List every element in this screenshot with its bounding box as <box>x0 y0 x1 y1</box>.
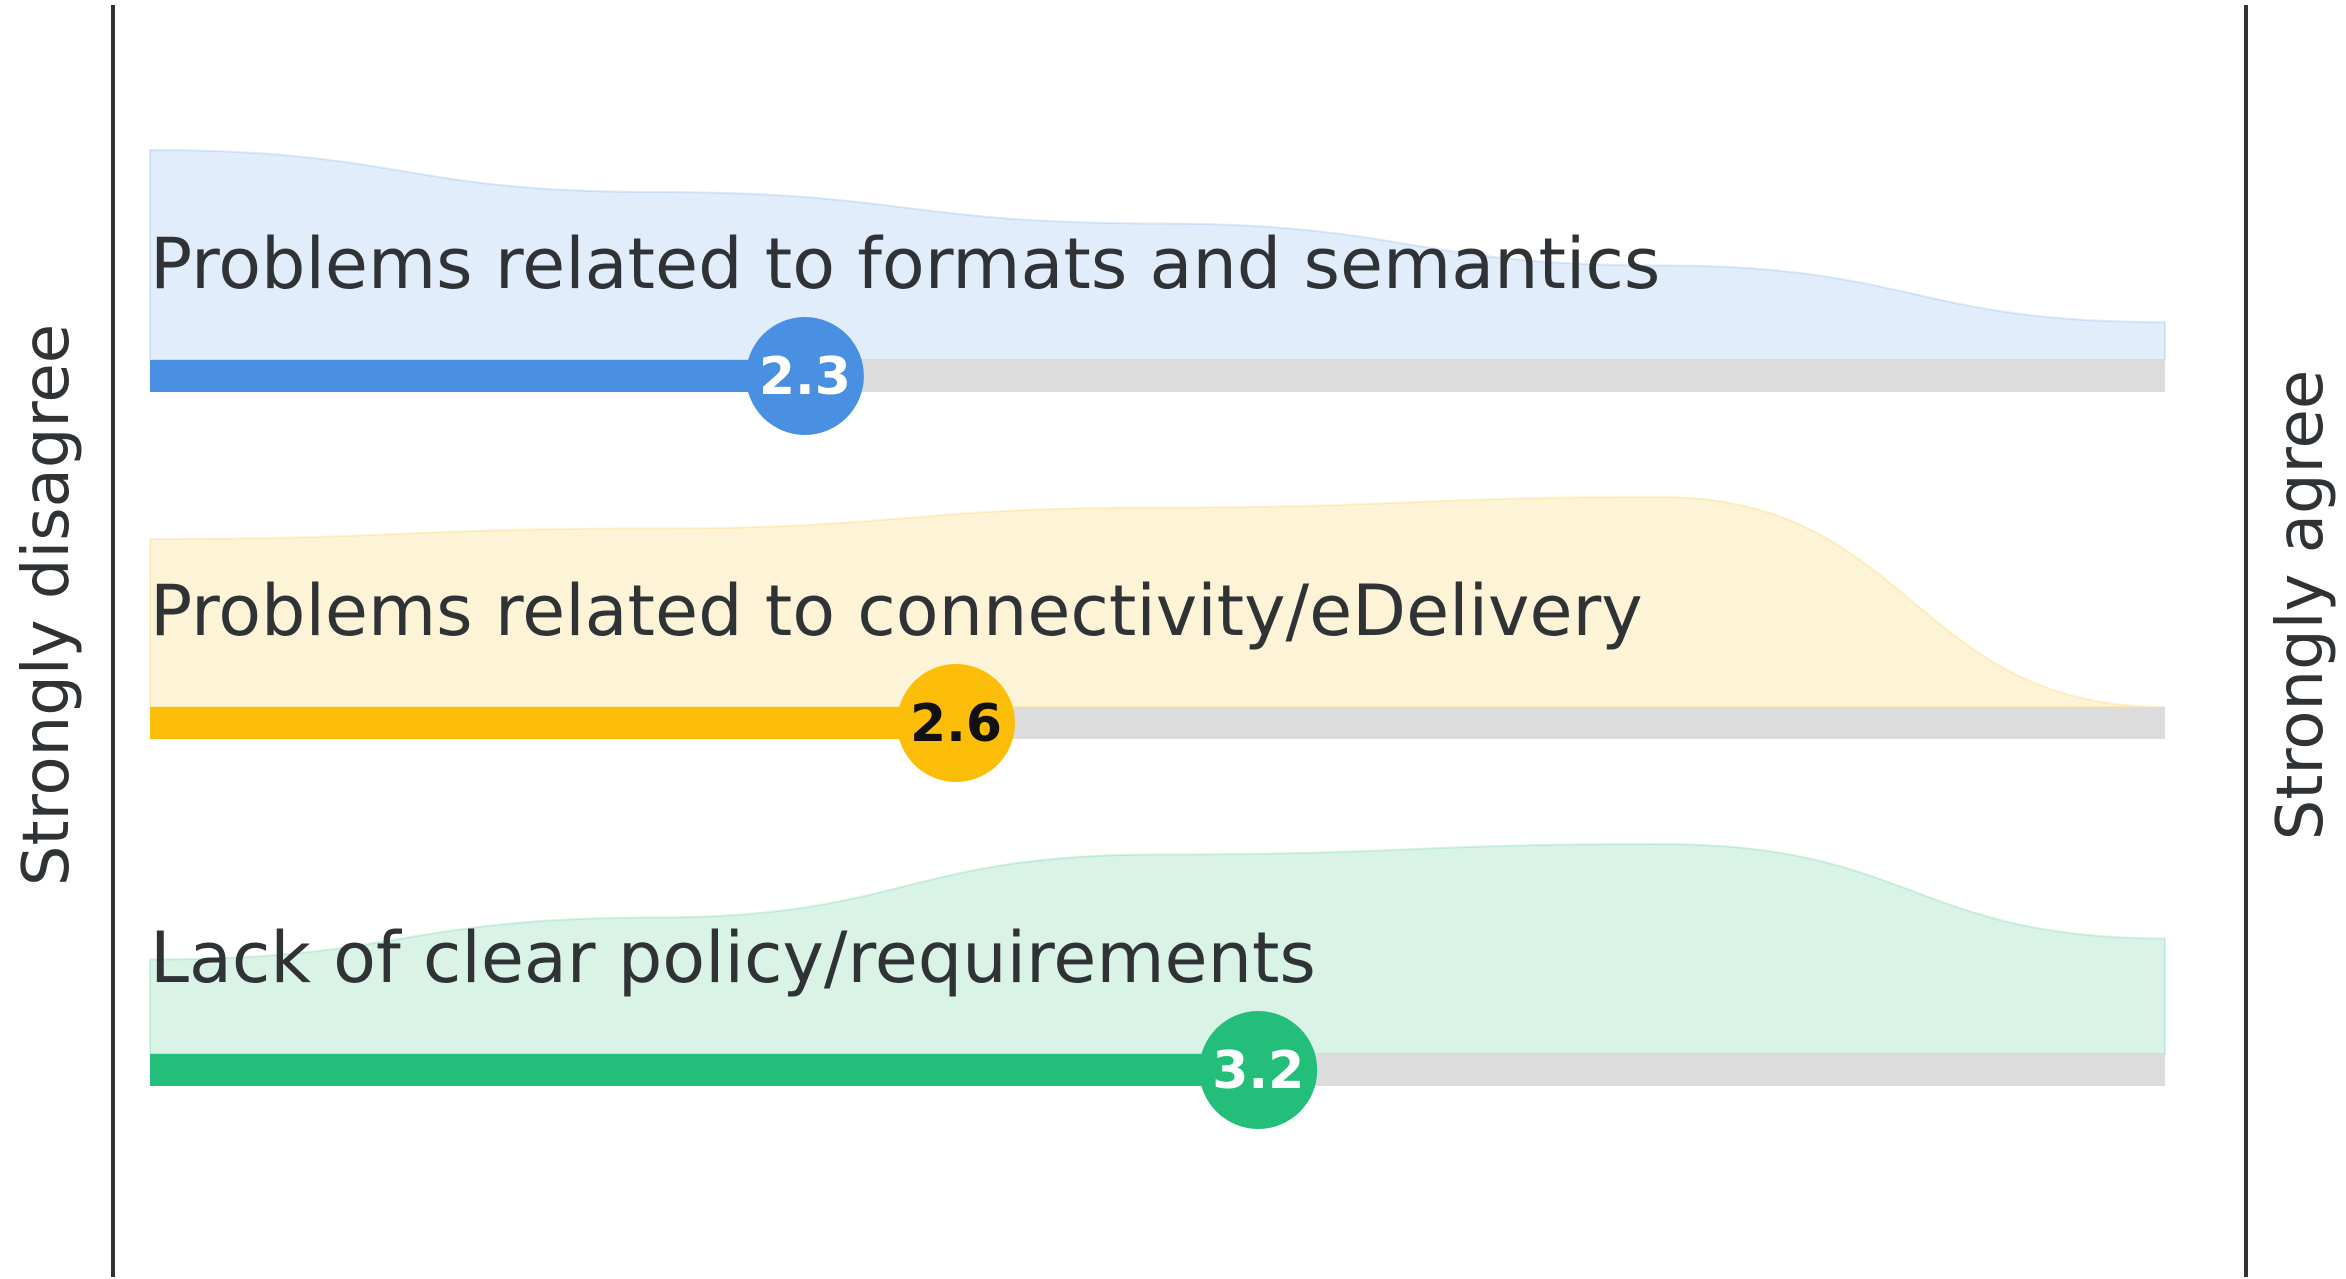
likert-chart: Strongly disagree Strongly agree Problem… <box>10 5 2338 1277</box>
value-bar-1 <box>150 360 805 392</box>
strongly-disagree-label: Strongly disagree <box>10 324 84 886</box>
item-label-1: Problems related to formats and semantic… <box>150 223 1660 305</box>
value-label-3: 3.2 <box>1212 1041 1304 1101</box>
item-label-3: Lack of clear policy/requirements <box>150 917 1316 999</box>
strongly-agree-label: Strongly agree <box>2264 370 2338 840</box>
row-3: Lack of clear policy/requirements 3.2 <box>149 842 2166 1129</box>
value-label-2: 2.6 <box>910 694 1002 754</box>
value-bar-3 <box>150 1054 1259 1086</box>
row-1: Problems related to formats and semantic… <box>149 148 2166 435</box>
value-label-1: 2.3 <box>759 347 851 407</box>
value-bar-2 <box>150 707 956 739</box>
row-2: Problems related to connectivity/eDelive… <box>149 495 2166 782</box>
chart-rows: Problems related to formats and semantic… <box>149 148 2166 1129</box>
item-label-2: Problems related to connectivity/eDelive… <box>150 570 1643 652</box>
